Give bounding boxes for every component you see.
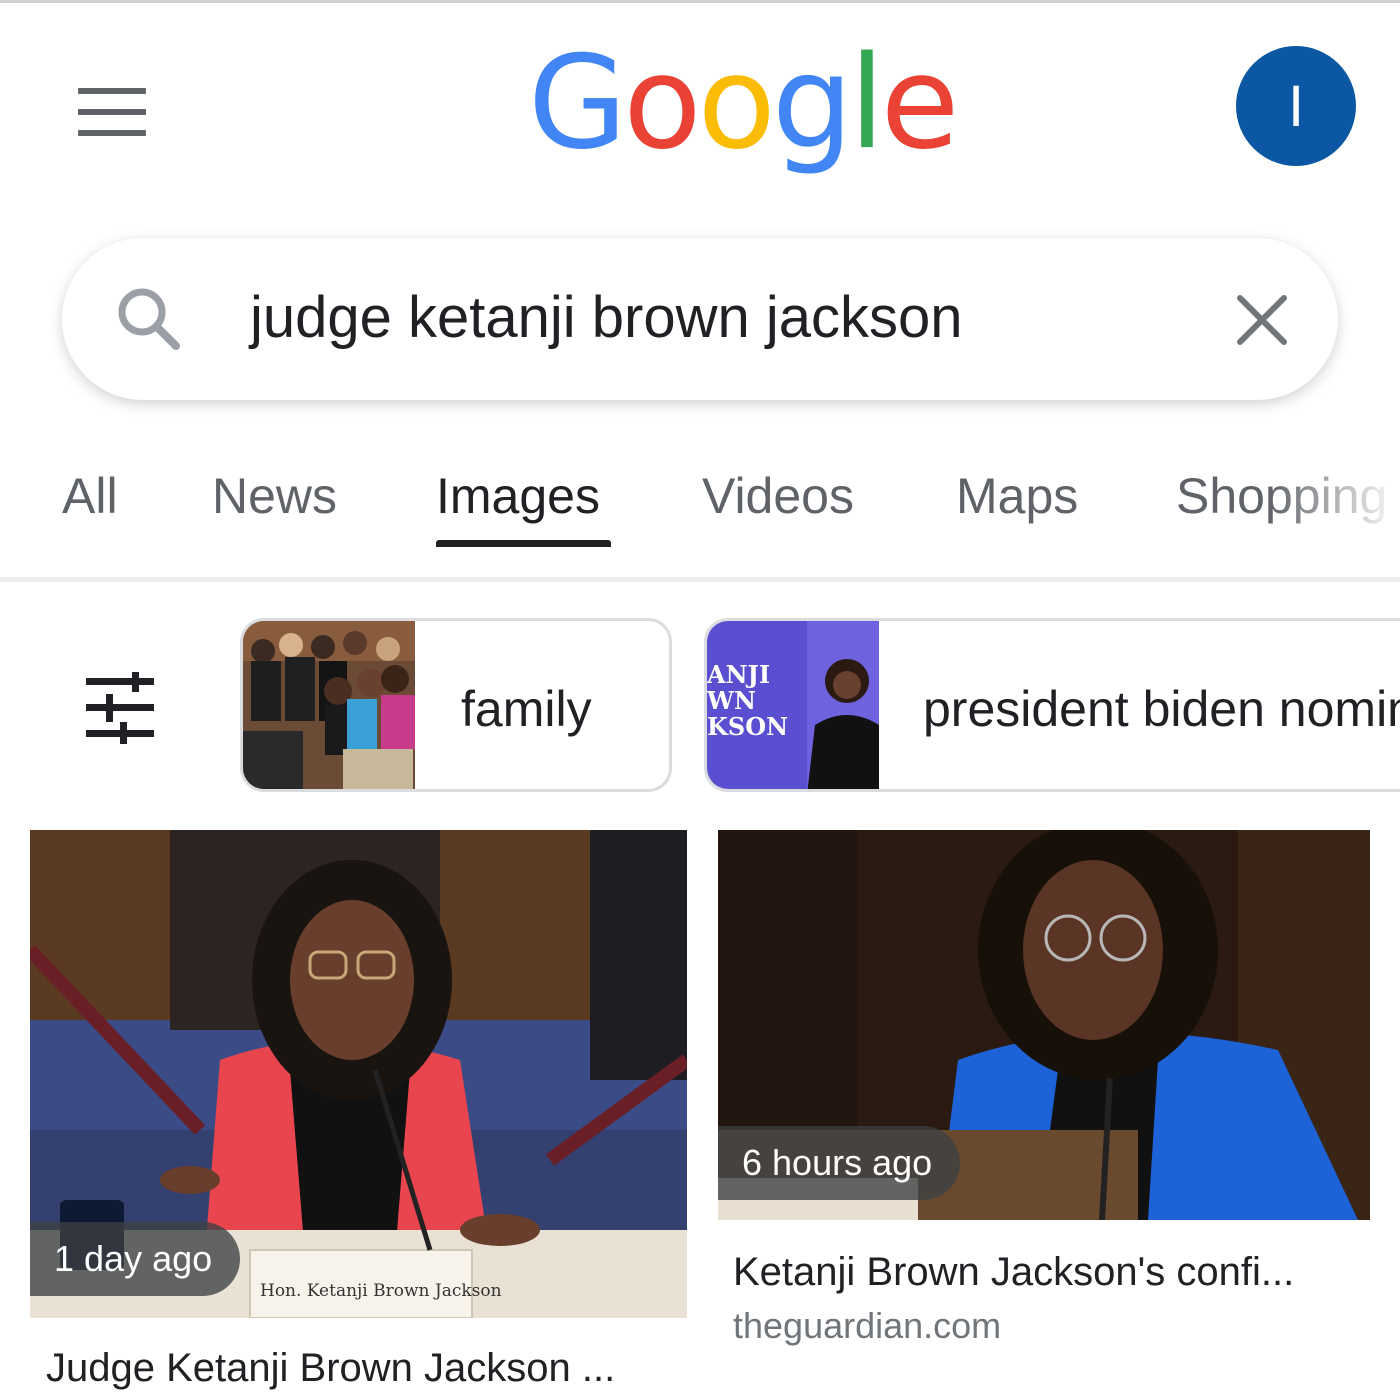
search-icon[interactable] — [112, 282, 184, 354]
tab-all[interactable]: All — [62, 466, 118, 526]
result-title[interactable]: Ketanji Brown Jackson's confi... — [733, 1248, 1294, 1296]
logo-letter: g — [771, 29, 853, 178]
svg-text:KSON: KSON — [707, 712, 788, 741]
result-age-badge: 1 day ago — [30, 1222, 241, 1296]
tab-images[interactable]: Images — [436, 466, 600, 526]
menu-icon[interactable] — [78, 88, 146, 136]
chip-president-biden[interactable]: ANJI WN KSON president biden nominates — [704, 618, 1400, 792]
search-tabs: All News Images Videos Maps Shopping — [0, 460, 1400, 578]
result-title[interactable]: Judge Ketanji Brown Jackson ... — [46, 1344, 615, 1392]
tabs-divider — [0, 577, 1400, 582]
logo-letter: l — [849, 29, 885, 178]
image-result[interactable]: 6 hours ago — [718, 830, 1370, 1220]
tab-videos[interactable]: Videos — [702, 466, 854, 526]
result-age-badge: 6 hours ago — [718, 1126, 961, 1200]
tab-news[interactable]: News — [212, 466, 337, 526]
svg-text:WN: WN — [707, 686, 756, 715]
google-logo[interactable]: Google — [528, 40, 959, 168]
chip-family[interactable]: family — [240, 618, 672, 792]
chip-family-thumbnail — [243, 621, 415, 789]
result-source: theguardian.com — [733, 1305, 1002, 1346]
account-avatar[interactable]: I — [1236, 46, 1356, 166]
nameplate-text: Hon. Ketanji Brown Jackson — [260, 1281, 502, 1301]
chip-biden-thumbnail: ANJI WN KSON — [707, 621, 879, 789]
close-icon[interactable] — [1232, 290, 1292, 350]
logo-letter: o — [623, 29, 701, 178]
logo-letter: e — [880, 29, 960, 178]
logo-letter: G — [528, 29, 627, 178]
chip-label: family — [461, 681, 592, 737]
search-input[interactable]: judge ketanji brown jackson — [250, 284, 963, 352]
svg-text:ANJI: ANJI — [707, 660, 770, 689]
image-result[interactable]: Hon. Ketanji Brown Jackson 1 day ago — [30, 830, 687, 1318]
active-tab-indicator — [436, 540, 611, 547]
tab-shopping[interactable]: Shopping — [1176, 466, 1387, 526]
filter-icon[interactable] — [84, 672, 156, 744]
top-divider — [0, 0, 1400, 3]
chip-label: president biden nominates — [923, 681, 1400, 737]
logo-letter: o — [697, 29, 776, 178]
tab-maps[interactable]: Maps — [956, 466, 1078, 526]
